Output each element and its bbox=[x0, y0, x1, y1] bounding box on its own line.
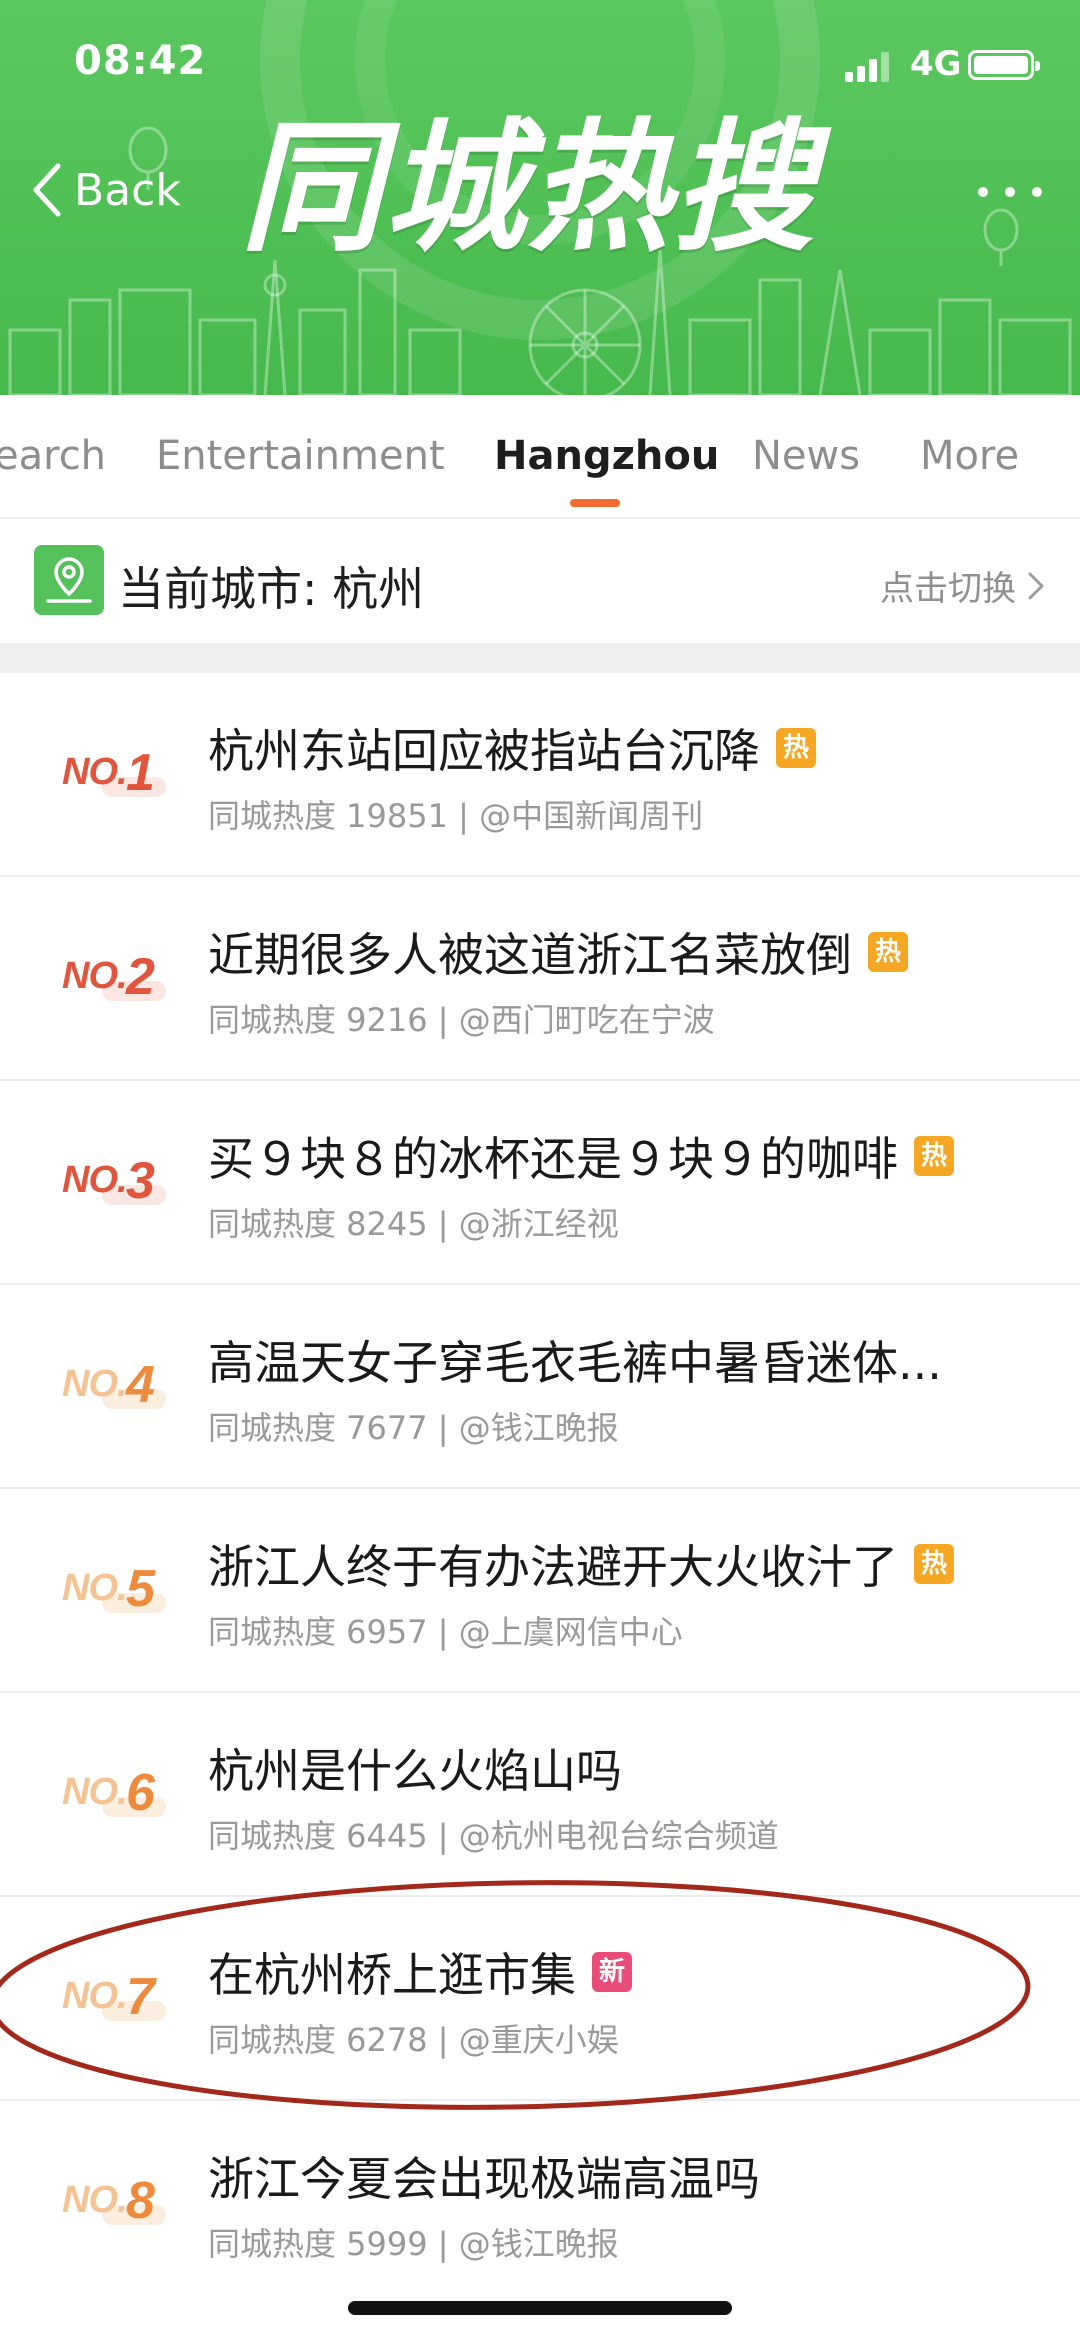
status-time: 08:42 bbox=[74, 38, 207, 84]
hot-badge: 热 bbox=[868, 932, 908, 972]
battery-icon bbox=[968, 50, 1040, 80]
item-meta: 同城热度 8245 | @浙江经视 bbox=[208, 1205, 619, 1243]
signal-strength-icon bbox=[845, 52, 889, 82]
list-item[interactable]: NO. 6 杭州是什么火焰山吗 同城热度 6445 | @杭州电视台综合频道 bbox=[0, 1693, 1080, 1897]
item-meta: 同城热度 6445 | @杭州电视台综合频道 bbox=[208, 1817, 779, 1855]
item-meta: 同城热度 6278 | @重庆小娱 bbox=[208, 2021, 619, 2059]
rank-label: NO. 3 bbox=[62, 1151, 172, 1211]
location-pin-icon bbox=[34, 545, 104, 615]
header-banner: 08:42 4G Back 同城热搜 bbox=[0, 0, 1080, 395]
banner-title: 同城热搜 bbox=[240, 106, 816, 271]
item-meta: 同城热度 6957 | @上虞网信中心 bbox=[208, 1613, 683, 1651]
back-button[interactable]: Back bbox=[30, 160, 181, 220]
item-title: 杭州东站回应被指站台沉降 bbox=[208, 724, 760, 778]
rank-label: NO. 4 bbox=[62, 1355, 172, 1415]
switch-city-label: 点击切换 bbox=[880, 569, 1016, 609]
item-meta: 同城热度 5999 | @钱江晚报 bbox=[208, 2225, 619, 2263]
item-title: 浙江人终于有办法避开大火收汁了 bbox=[208, 1540, 898, 1594]
rank-label: NO. 2 bbox=[62, 947, 172, 1007]
rank-label: NO. 8 bbox=[62, 2171, 172, 2231]
list-item[interactable]: NO. 4 高温天女子穿毛衣毛裤中暑昏迷体... 同城热度 7677 | @钱江… bbox=[0, 1285, 1080, 1489]
new-badge: 新 bbox=[592, 1952, 632, 1992]
hot-badge: 热 bbox=[914, 1544, 954, 1584]
list-item[interactable]: NO. 5 浙江人终于有办法避开大火收汁了 热 同城热度 6957 | @上虞网… bbox=[0, 1489, 1080, 1693]
section-divider bbox=[0, 643, 1080, 673]
home-indicator[interactable] bbox=[348, 2301, 732, 2315]
item-meta: 同城热度 9216 | @西门町吃在宁波 bbox=[208, 1001, 715, 1039]
tab-entertainment[interactable]: Entertainment bbox=[156, 433, 445, 479]
chevron-left-icon bbox=[33, 163, 61, 217]
item-title: 近期很多人被这道浙江名菜放倒 bbox=[208, 928, 852, 982]
current-city-bar: 当前城市: 杭州 点击切换 bbox=[0, 519, 1080, 643]
list-item[interactable]: NO. 3 买９块８的冰杯还是９块９的咖啡 热 同城热度 8245 | @浙江经… bbox=[0, 1081, 1080, 1285]
rank-label: NO. 6 bbox=[62, 1763, 172, 1823]
hot-search-list: NO. 1 杭州东站回应被指站台沉降 热 同城热度 19851 | @中国新闻周… bbox=[0, 673, 1080, 2303]
item-meta: 同城热度 19851 | @中国新闻周刊 bbox=[208, 797, 704, 835]
rank-label: NO. 1 bbox=[62, 743, 172, 803]
item-title: 高温天女子穿毛衣毛裤中暑昏迷体... bbox=[208, 1336, 942, 1390]
tab-hangzhou[interactable]: Hangzhou bbox=[494, 433, 719, 479]
item-title: 在杭州桥上逛市集 bbox=[208, 1948, 576, 2002]
tab-search[interactable]: earch bbox=[0, 433, 106, 479]
list-item[interactable]: NO. 8 浙江今夏会出现极端高温吗 同城热度 5999 | @钱江晚报 bbox=[0, 2101, 1080, 2303]
switch-city-button[interactable]: 点击切换 bbox=[880, 561, 1046, 610]
tab-news[interactable]: News bbox=[752, 433, 860, 479]
rank-label: NO. 7 bbox=[62, 1967, 172, 2027]
list-item[interactable]: NO. 2 近期很多人被这道浙江名菜放倒 热 同城热度 9216 | @西门町吃… bbox=[0, 877, 1080, 1081]
item-title: 杭州是什么火焰山吗 bbox=[208, 1744, 622, 1798]
item-title: 买９块８的冰杯还是９块９的咖啡 bbox=[208, 1132, 898, 1186]
back-label: Back bbox=[74, 164, 181, 216]
tab-more[interactable]: More bbox=[920, 433, 1019, 479]
hot-badge: 热 bbox=[776, 728, 816, 768]
item-meta: 同城热度 7677 | @钱江晚报 bbox=[208, 1409, 619, 1447]
network-type: 4G bbox=[910, 44, 962, 84]
rank-label: NO. 5 bbox=[62, 1559, 172, 1619]
list-item[interactable]: NO. 7 在杭州桥上逛市集 新 同城热度 6278 | @重庆小娱 bbox=[0, 1897, 1080, 2101]
hot-badge: 热 bbox=[914, 1136, 954, 1176]
list-item[interactable]: NO. 1 杭州东站回应被指站台沉降 热 同城热度 19851 | @中国新闻周… bbox=[0, 673, 1080, 877]
active-tab-indicator bbox=[570, 499, 620, 507]
item-title: 浙江今夏会出现极端高温吗 bbox=[208, 2152, 760, 2206]
chevron-right-icon bbox=[1028, 572, 1044, 599]
more-options-icon[interactable] bbox=[975, 182, 1045, 202]
category-tabs: earch Entertainment Hangzhou News More bbox=[0, 395, 1080, 519]
current-city-label: 当前城市: 杭州 bbox=[118, 562, 425, 616]
